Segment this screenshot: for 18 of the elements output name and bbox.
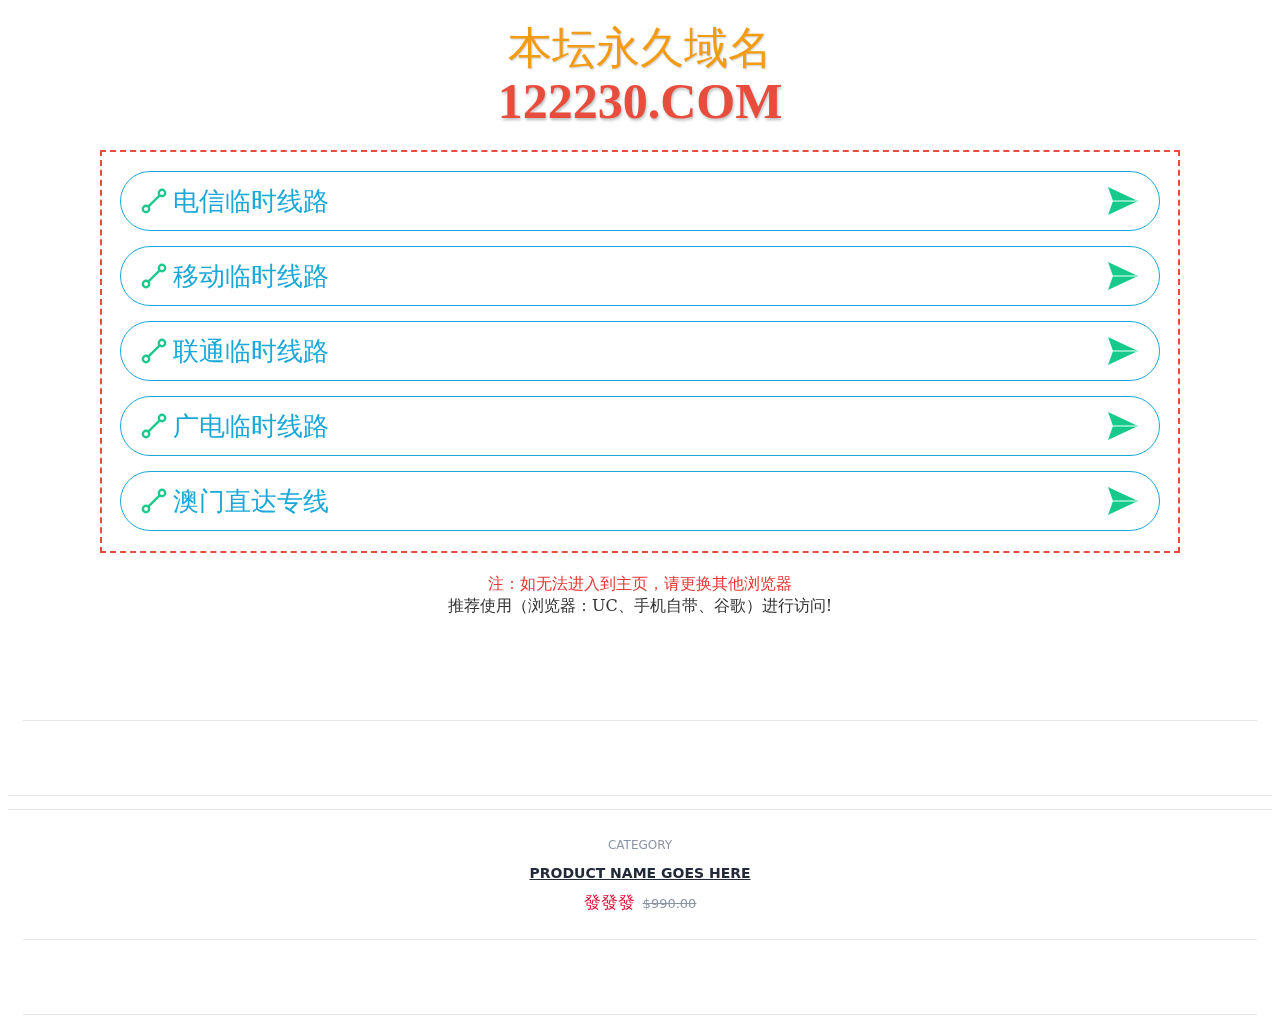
old-price: $990.00 <box>642 896 697 911</box>
send-icon <box>1107 486 1139 516</box>
product-name-link[interactable]: PRODUCT NAME GOES HERE <box>529 863 751 883</box>
route-icon <box>141 488 167 514</box>
send-icon <box>1107 186 1139 216</box>
send-icon <box>1107 261 1139 291</box>
send-icon <box>1107 411 1139 441</box>
route-icon <box>141 188 167 214</box>
send-icon <box>1107 336 1139 366</box>
route-icon <box>141 413 167 439</box>
domain-name: 122230.COM <box>497 74 783 128</box>
product-category: CATEGORY <box>607 837 673 853</box>
site-title: 本坛永久域名 <box>508 22 772 74</box>
warning-note: 注：如无法进入到主页，请更换其他浏览器 <box>488 573 792 595</box>
browser-advice: 推荐使用（浏览器：UC、手机自带、谷歌）进行访问! <box>447 595 833 617</box>
product-price: 發發發 <box>583 891 635 914</box>
route-icon <box>141 338 167 364</box>
route-icon <box>141 263 167 289</box>
